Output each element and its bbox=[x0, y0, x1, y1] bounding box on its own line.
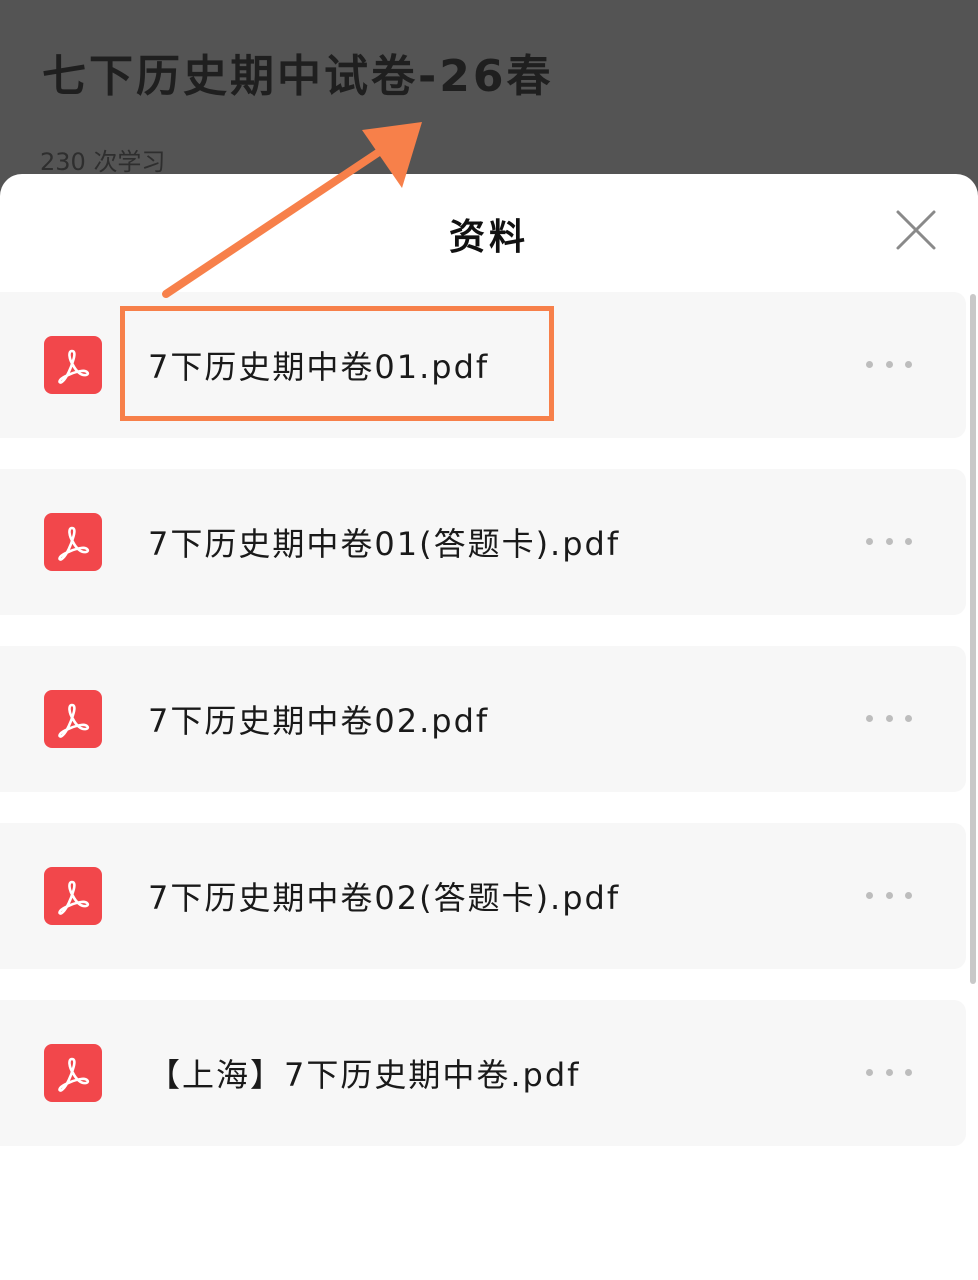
page-title: 七下历史期中试卷-26春 bbox=[42, 51, 554, 102]
file-name: 7下历史期中卷02.pdf bbox=[148, 702, 490, 740]
pdf-icon bbox=[44, 1044, 102, 1102]
file-list: 7下历史期中卷01.pdf 7下历史期中卷01(答题卡).pdf 7下历史期中卷… bbox=[0, 292, 966, 1177]
pdf-icon bbox=[44, 513, 102, 571]
sheet-title: 资料 bbox=[448, 217, 529, 258]
pdf-icon bbox=[44, 867, 102, 925]
close-button[interactable] bbox=[894, 208, 938, 252]
file-item[interactable]: 【上海】7下历史期中卷.pdf bbox=[0, 1000, 966, 1146]
study-count: 230 次学习 bbox=[40, 148, 166, 176]
file-item[interactable]: 7下历史期中卷01(答题卡).pdf bbox=[0, 469, 966, 615]
file-name: 7下历史期中卷01(答题卡).pdf bbox=[148, 525, 621, 563]
close-icon bbox=[896, 210, 936, 250]
more-icon[interactable] bbox=[866, 354, 912, 374]
more-icon[interactable] bbox=[866, 1062, 912, 1082]
pdf-icon bbox=[44, 690, 102, 748]
more-icon[interactable] bbox=[866, 531, 912, 551]
pdf-icon bbox=[44, 336, 102, 394]
file-item[interactable]: 7下历史期中卷02.pdf bbox=[0, 646, 966, 792]
scrollbar[interactable] bbox=[970, 294, 976, 984]
file-name: 7下历史期中卷02(答题卡).pdf bbox=[148, 879, 621, 917]
annotation-arrow-icon bbox=[162, 122, 422, 298]
file-item[interactable]: 7下历史期中卷02(答题卡).pdf bbox=[0, 823, 966, 969]
more-icon[interactable] bbox=[866, 885, 912, 905]
highlight-box bbox=[120, 306, 554, 421]
file-name: 【上海】7下历史期中卷.pdf bbox=[148, 1056, 581, 1094]
more-icon[interactable] bbox=[866, 708, 912, 728]
